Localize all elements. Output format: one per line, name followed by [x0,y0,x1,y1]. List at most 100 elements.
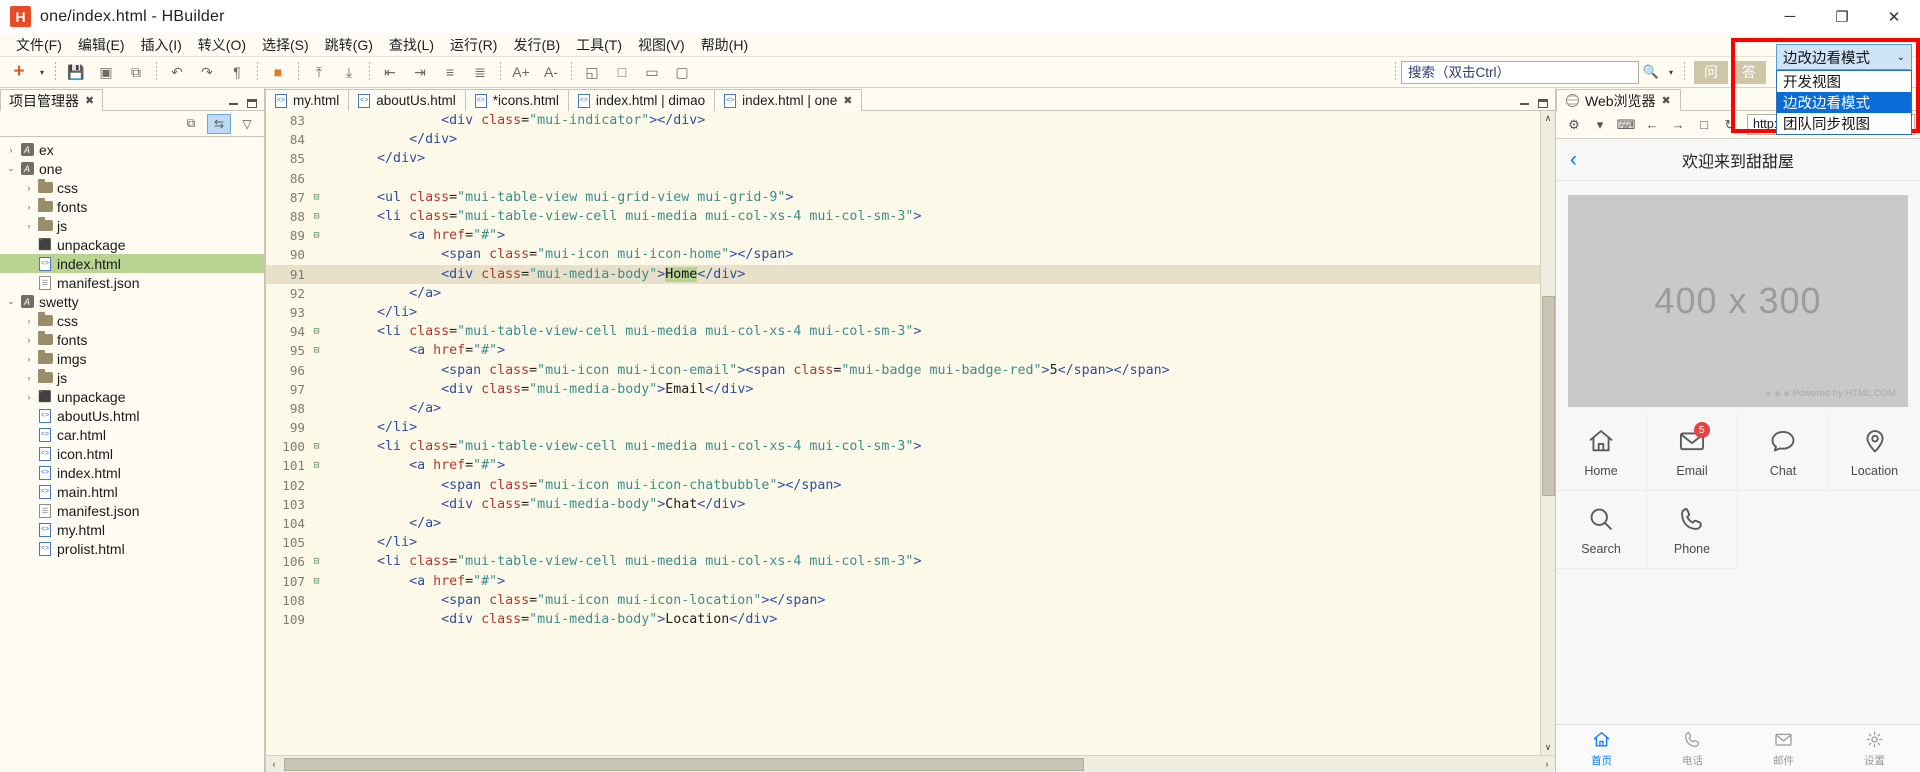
grid-cell-chat[interactable]: Chat [1738,413,1829,491]
tree-item-imgs[interactable]: › imgs [0,349,264,368]
tree-item-icon-html[interactable]: <> icon.html [0,444,264,463]
twisty-icon[interactable]: › [22,392,36,402]
code-line[interactable]: 108 <span class="mui-icon mui-icon-locat… [266,591,1540,610]
code-line[interactable]: 104 </a> [266,514,1540,533]
menu-item-6[interactable]: 查找(L) [381,33,442,57]
browser-run-button[interactable]: ◱ [577,59,607,86]
tree-item-fonts[interactable]: › fonts [0,330,264,349]
code-line[interactable]: 90 <span class="mui-icon mui-icon-home">… [266,245,1540,264]
search-input[interactable]: 搜索（双击Ctrl） [1401,60,1639,84]
view-mode-option-0[interactable]: 开发视图 [1777,71,1911,92]
uncomment-button[interactable]: ≣ [465,59,495,86]
tree-item-js[interactable]: › js [0,216,264,235]
menu-item-9[interactable]: 工具(T) [568,33,630,57]
code-line[interactable]: 95 ⊟ <a href="#"> [266,341,1540,360]
tree-item-manifest-json[interactable]: ☰ manifest.json [0,273,264,292]
view-mode-option-2[interactable]: 团队同步视图 [1777,113,1911,134]
code-line[interactable]: 91 <div class="mui-media-body">Home</div… [266,264,1540,284]
code-line[interactable]: 93 </li> [266,303,1540,322]
redo-button[interactable]: ↷ [192,59,222,86]
menu-item-5[interactable]: 跳转(G) [317,33,381,57]
twisty-icon[interactable]: › [22,221,36,231]
code-line[interactable]: 99 </li> [266,418,1540,437]
tree-item-unpackage[interactable]: › ⬛ unpackage [0,387,264,406]
preview-button[interactable]: □ [607,59,637,86]
code-line[interactable]: 97 <div class="mui-media-body">Email</di… [266,380,1540,399]
scroll-left-icon[interactable]: ‹ [266,759,282,769]
ask-button[interactable]: 问 [1694,60,1728,84]
fold-marker[interactable]: ⊟ [310,556,323,567]
new-file-caret-icon[interactable]: ▾ [34,68,50,77]
menu-item-3[interactable]: 转义(O) [190,33,254,57]
tree-item-fonts[interactable]: › fonts [0,197,264,216]
code-line[interactable]: 87 ⊟ <ul class="mui-table-view mui-grid-v… [266,188,1540,207]
editor-tab-4[interactable]: <> index.html | one ✖ [714,89,863,111]
twisty-icon[interactable]: › [4,145,18,155]
comment-button[interactable]: ≡ [435,59,465,86]
code-lines[interactable]: 83 <div class="mui-indicator"></div> 84 <… [266,111,1540,755]
font-decrease-button[interactable]: A- [536,59,566,86]
code-line[interactable]: 98 </a> [266,399,1540,418]
tabbar-item-email[interactable]: 邮件 [1738,725,1829,772]
format-button[interactable]: ¶ [222,59,252,86]
close-icon[interactable]: ✖ [1662,94,1671,107]
tree-item-car-html[interactable]: <> car.html [0,425,264,444]
save-button[interactable]: 💾 [61,59,91,86]
search-icon[interactable]: 🔍 [1639,64,1663,80]
menu-item-8[interactable]: 发行(B) [505,33,568,57]
tab-project-explorer[interactable]: 项目管理器 ✖ [0,89,104,111]
menu-item-11[interactable]: 帮助(H) [693,33,756,57]
mobile-run-button[interactable]: ▭ [637,59,667,86]
grid-cell-phone[interactable]: Phone [1647,491,1738,569]
tree-item-my-html[interactable]: <> my.html [0,520,264,539]
tree-item-swetty[interactable]: ⌄ Aswetty [0,292,264,311]
forward-arrow-icon[interactable]: → [1666,114,1690,136]
code-line[interactable]: 84 </div> [266,130,1540,149]
editor-vertical-scrollbar[interactable]: ∧ ∨ [1540,111,1555,755]
goto-next-bookmark-button[interactable]: ⤓ [334,59,364,86]
horizontal-scroll-thumb[interactable] [284,757,1084,771]
code-line[interactable]: 102 <span class="mui-icon mui-icon-chatb… [266,476,1540,495]
save-all-button[interactable]: ▣ [91,59,121,86]
close-button[interactable]: ✕ [1868,0,1920,34]
stop-icon[interactable]: □ [1692,114,1716,136]
answer-button[interactable]: 答 [1732,60,1766,84]
menu-item-10[interactable]: 视图(V) [630,33,693,57]
twisty-icon[interactable]: › [22,373,36,383]
tree-item-main-html[interactable]: <> main.html [0,482,264,501]
code-line[interactable]: 83 <div class="mui-indicator"></div> [266,111,1540,130]
code-line[interactable]: 92 </a> [266,284,1540,303]
minimize-panel-icon[interactable] [1520,102,1529,105]
tree-item-unpackage[interactable]: ⬛ unpackage [0,235,264,254]
code-line[interactable]: 96 <span class="mui-icon mui-icon-email"… [266,360,1540,379]
code-line[interactable]: 94 ⊟ <li class="mui-table-view-cell mui-m… [266,322,1540,341]
fold-marker[interactable]: ⊟ [310,576,323,587]
tree-item-aboutus-html[interactable]: <> aboutUs.html [0,406,264,425]
view-mode-option-1[interactable]: 边改边看模式 [1777,92,1911,113]
code-line[interactable]: 86 [266,169,1540,188]
code-line[interactable]: 103 <div class="mui-media-body">Chat</di… [266,495,1540,514]
tabbar-item-home[interactable]: 首页 [1556,725,1647,772]
refresh-icon[interactable]: ↻ [1718,114,1742,136]
scroll-right-icon[interactable]: › [1539,759,1555,769]
close-icon[interactable]: ✖ [843,94,852,107]
view-mode-select[interactable]: 边改边看模式 ⌄ [1776,44,1912,70]
code-line[interactable]: 88 ⊟ <li class="mui-table-view-cell mui-m… [266,207,1540,226]
editor-horizontal-scrollbar[interactable]: ‹ › [265,755,1555,772]
menu-item-7[interactable]: 运行(R) [442,33,505,57]
outdent-button[interactable]: ⇤ [375,59,405,86]
maximize-panel-icon[interactable] [247,99,257,108]
tree-item-ex[interactable]: › Aex [0,140,264,159]
scroll-down-icon[interactable]: ∨ [1545,740,1552,755]
twisty-icon[interactable]: ⌄ [4,296,18,307]
minimize-button[interactable]: ─ [1764,0,1816,34]
twisty-icon[interactable]: › [22,202,36,212]
grid-cell-home[interactable]: Home [1556,413,1647,491]
code-line[interactable]: 101 ⊟ <a href="#"> [266,456,1540,475]
grid-cell-location[interactable]: Location [1829,413,1920,491]
tabbar-item-phone[interactable]: 电话 [1647,725,1738,772]
collapse-all-button[interactable]: ⧉ [179,114,203,134]
vertical-scroll-thumb[interactable] [1541,296,1555,496]
fold-marker[interactable]: ⊟ [310,326,323,337]
fold-marker[interactable]: ⊟ [310,230,323,241]
